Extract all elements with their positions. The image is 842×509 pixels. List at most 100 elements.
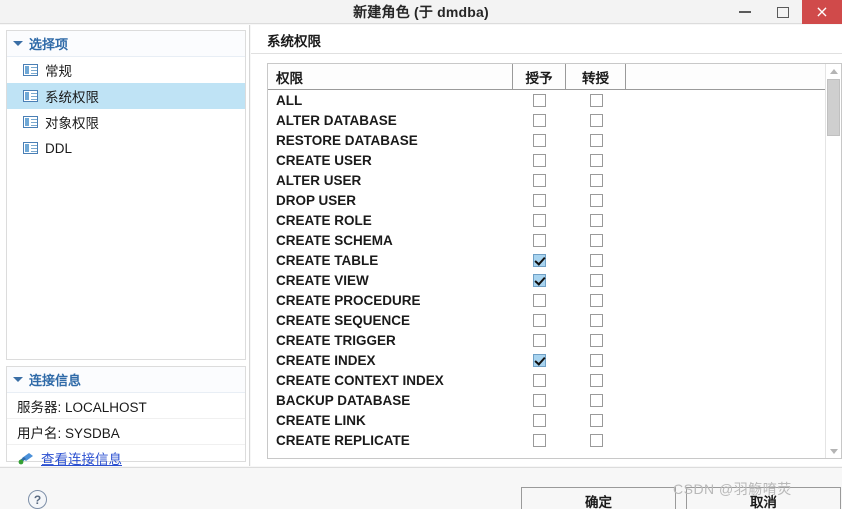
- transfer-checkbox-cell[interactable]: [566, 373, 626, 387]
- grant-checkbox[interactable]: [533, 153, 546, 167]
- grant-checkbox-cell[interactable]: [513, 413, 566, 427]
- transfer-checkbox[interactable]: [589, 253, 603, 267]
- grant-checkbox[interactable]: [533, 133, 546, 147]
- grant-checkbox-cell[interactable]: [513, 233, 566, 247]
- grant-checkbox-cell[interactable]: [513, 333, 566, 347]
- ok-button[interactable]: 确定: [521, 487, 676, 509]
- transfer-checkbox-cell[interactable]: [566, 253, 626, 267]
- grant-checkbox[interactable]: [533, 353, 546, 367]
- transfer-checkbox[interactable]: [589, 213, 603, 227]
- transfer-checkbox-cell[interactable]: [566, 193, 626, 207]
- transfer-checkbox[interactable]: [589, 393, 603, 407]
- grant-checkbox-cell[interactable]: [513, 433, 566, 447]
- transfer-checkbox[interactable]: [589, 93, 603, 107]
- transfer-checkbox[interactable]: [589, 353, 603, 367]
- grant-checkbox[interactable]: [533, 93, 546, 107]
- table-row[interactable]: CREATE TRIGGER: [268, 330, 825, 350]
- transfer-checkbox[interactable]: [589, 153, 603, 167]
- transfer-checkbox-cell[interactable]: [566, 413, 626, 427]
- transfer-checkbox-cell[interactable]: [566, 333, 626, 347]
- grant-checkbox[interactable]: [533, 233, 546, 247]
- help-icon[interactable]: ?: [28, 490, 47, 509]
- transfer-checkbox-cell[interactable]: [566, 113, 626, 127]
- grant-checkbox[interactable]: [533, 113, 546, 127]
- grant-checkbox[interactable]: [533, 293, 546, 307]
- grant-checkbox[interactable]: [533, 433, 546, 447]
- scroll-down-icon[interactable]: [826, 444, 841, 458]
- grant-checkbox-cell[interactable]: [513, 133, 566, 147]
- transfer-checkbox[interactable]: [589, 273, 603, 287]
- grant-checkbox-cell[interactable]: [513, 113, 566, 127]
- transfer-checkbox[interactable]: [589, 413, 603, 427]
- grant-checkbox-cell[interactable]: [513, 313, 566, 327]
- grant-checkbox[interactable]: [533, 213, 546, 227]
- connection-section-header[interactable]: 连接信息: [7, 367, 245, 393]
- transfer-checkbox[interactable]: [589, 293, 603, 307]
- grant-checkbox-cell[interactable]: [513, 253, 566, 267]
- table-row[interactable]: DROP USER: [268, 190, 825, 210]
- transfer-checkbox[interactable]: [589, 313, 603, 327]
- transfer-checkbox[interactable]: [589, 193, 603, 207]
- transfer-checkbox-cell[interactable]: [566, 93, 626, 107]
- view-connection-info-link[interactable]: 查看连接信息: [41, 448, 122, 468]
- scrollbar-thumb[interactable]: [827, 79, 840, 136]
- table-row[interactable]: CREATE REPLICATE: [268, 430, 825, 450]
- sidebar-item-general[interactable]: 常规: [7, 57, 245, 83]
- grant-checkbox[interactable]: [533, 253, 546, 267]
- grant-checkbox-cell[interactable]: [513, 353, 566, 367]
- column-header-grant[interactable]: 授予: [513, 64, 566, 89]
- transfer-checkbox-cell[interactable]: [566, 153, 626, 167]
- sidebar-item-object-privileges[interactable]: 对象权限: [7, 109, 245, 135]
- transfer-checkbox[interactable]: [589, 133, 603, 147]
- grant-checkbox-cell[interactable]: [513, 173, 566, 187]
- grant-checkbox[interactable]: [533, 273, 546, 287]
- transfer-checkbox-cell[interactable]: [566, 233, 626, 247]
- table-row[interactable]: RESTORE DATABASE: [268, 130, 825, 150]
- transfer-checkbox[interactable]: [589, 233, 603, 247]
- grant-checkbox-cell[interactable]: [513, 153, 566, 167]
- table-row[interactable]: CREATE SEQUENCE: [268, 310, 825, 330]
- grant-checkbox[interactable]: [533, 393, 546, 407]
- table-row[interactable]: BACKUP DATABASE: [268, 390, 825, 410]
- table-row[interactable]: ALL: [268, 90, 825, 110]
- transfer-checkbox-cell[interactable]: [566, 353, 626, 367]
- transfer-checkbox-cell[interactable]: [566, 393, 626, 407]
- transfer-checkbox[interactable]: [589, 113, 603, 127]
- transfer-checkbox[interactable]: [589, 433, 603, 447]
- table-row[interactable]: CREATE CONTEXT INDEX: [268, 370, 825, 390]
- table-row[interactable]: CREATE SCHEMA: [268, 230, 825, 250]
- table-vertical-scrollbar[interactable]: [825, 64, 841, 458]
- column-header-transfer[interactable]: 转授: [566, 64, 626, 89]
- column-header-privilege[interactable]: 权限: [268, 64, 513, 89]
- transfer-checkbox[interactable]: [589, 373, 603, 387]
- minimize-button[interactable]: [726, 0, 764, 24]
- table-row[interactable]: CREATE PROCEDURE: [268, 290, 825, 310]
- options-section-header[interactable]: 选择项: [7, 31, 245, 57]
- scroll-up-icon[interactable]: [826, 64, 841, 78]
- table-row[interactable]: ALTER USER: [268, 170, 825, 190]
- grant-checkbox-cell[interactable]: [513, 213, 566, 227]
- grant-checkbox[interactable]: [533, 333, 546, 347]
- grant-checkbox[interactable]: [533, 193, 546, 207]
- sidebar-item-ddl[interactable]: DDL: [7, 135, 245, 161]
- transfer-checkbox-cell[interactable]: [566, 313, 626, 327]
- transfer-checkbox-cell[interactable]: [566, 173, 626, 187]
- table-row[interactable]: CREATE INDEX: [268, 350, 825, 370]
- table-row[interactable]: CREATE ROLE: [268, 210, 825, 230]
- table-row[interactable]: CREATE LINK: [268, 410, 825, 430]
- grant-checkbox[interactable]: [533, 173, 546, 187]
- transfer-checkbox-cell[interactable]: [566, 213, 626, 227]
- table-row[interactable]: CREATE TABLE: [268, 250, 825, 270]
- close-button[interactable]: ×: [802, 0, 842, 24]
- grant-checkbox-cell[interactable]: [513, 293, 566, 307]
- table-row[interactable]: CREATE VIEW: [268, 270, 825, 290]
- table-row[interactable]: CREATE USER: [268, 150, 825, 170]
- table-row[interactable]: ALTER DATABASE: [268, 110, 825, 130]
- grant-checkbox-cell[interactable]: [513, 273, 566, 287]
- transfer-checkbox-cell[interactable]: [566, 273, 626, 287]
- sidebar-item-system-privileges[interactable]: 系统权限: [7, 83, 245, 109]
- grant-checkbox[interactable]: [533, 373, 546, 387]
- transfer-checkbox-cell[interactable]: [566, 433, 626, 447]
- maximize-button[interactable]: [764, 0, 802, 24]
- transfer-checkbox-cell[interactable]: [566, 133, 626, 147]
